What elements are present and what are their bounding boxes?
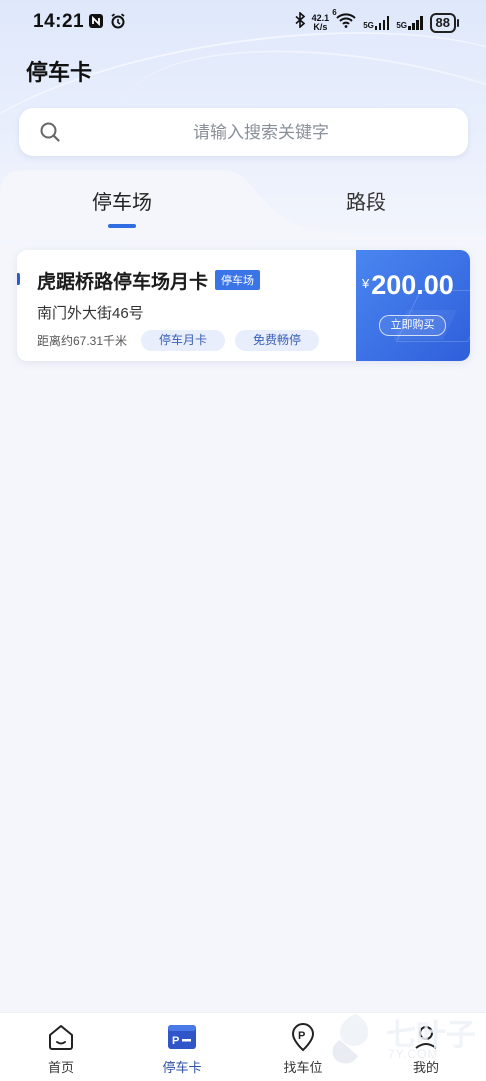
card-address: 南门外大街46号 (37, 305, 144, 322)
currency-symbol: ¥ (362, 276, 370, 291)
active-tab-indicator (108, 224, 136, 228)
status-bar: 14:21 42.1 K/s 6 5G 5G 88 (0, 0, 486, 44)
card-title: 虎踞桥路停车场月卡 (37, 272, 209, 293)
svg-text:P: P (298, 1030, 305, 1042)
bluetooth-icon (295, 11, 305, 33)
tab-road-section[interactable]: 路段 (286, 186, 446, 215)
battery-indicator: 88 (429, 12, 460, 33)
tab-bar: 停车场 路段 (0, 168, 486, 240)
cellular-signal-1: 5G (363, 15, 390, 30)
price-amount: 200.00 (371, 270, 454, 300)
watermark-subtext: 7Y.COM (388, 1047, 439, 1061)
svg-text:P: P (172, 1035, 179, 1047)
buy-now-button[interactable]: 立即购买 (379, 315, 446, 336)
feature-pill-free-parking: 免费畅停 (235, 330, 320, 351)
search-icon (39, 121, 61, 148)
search-bar[interactable] (19, 108, 468, 156)
tab-parking-lot[interactable]: 停车场 (42, 186, 202, 215)
home-icon (16, 1021, 106, 1053)
card-price: ¥200.00 (362, 270, 454, 301)
network-speed: 42.1 K/s (311, 12, 330, 32)
card-type-badge: 停车场 (215, 270, 260, 290)
nfc-icon (88, 13, 104, 29)
nav-label: 首页 (47, 1060, 74, 1075)
watermark-logo: 七叶子 7Y.COM (328, 1004, 478, 1074)
wifi-icon: 6 (332, 8, 356, 33)
nav-parking-card[interactable]: P 停车卡 (137, 1021, 227, 1076)
nav-label: 停车卡 (162, 1060, 202, 1075)
search-input[interactable] (79, 116, 443, 150)
parking-card-icon: P (137, 1021, 227, 1053)
alarm-icon (110, 13, 126, 29)
parking-card-item[interactable]: 虎踞桥路停车场月卡 停车场 南门外大街46号 距离约67.31千米 停车月卡 免… (17, 250, 470, 361)
card-distance: 距离约67.31千米 (37, 334, 128, 348)
cellular-signal-2: 5G (396, 15, 423, 30)
page-title: 停车卡 (26, 60, 93, 85)
feature-pill-monthly-card: 停车月卡 (141, 330, 226, 351)
leaf-logo-icon (332, 1014, 369, 1064)
price-panel: ¥200.00 立即购买 (356, 250, 470, 361)
nav-home[interactable]: 首页 (16, 1021, 106, 1076)
card-edge-marker (17, 273, 20, 285)
status-time: 14:21 (33, 11, 85, 32)
